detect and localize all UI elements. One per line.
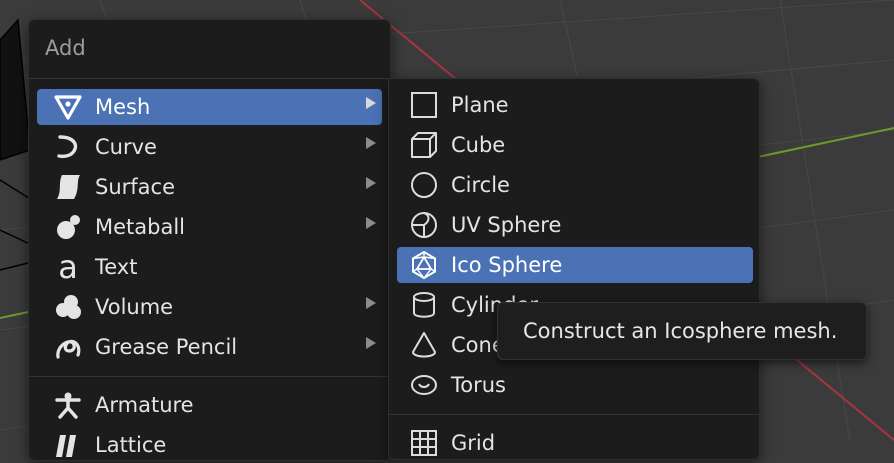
menu-item-metaball[interactable]: Metaball — [37, 209, 382, 245]
menu-item-label: Lattice — [95, 433, 167, 457]
torus-icon — [409, 370, 439, 400]
cone-icon — [409, 330, 439, 360]
mesh-icon — [53, 92, 83, 122]
menu-item-label: Curve — [95, 135, 157, 159]
menu-item-label: Text — [95, 255, 138, 279]
svg-text:a: a — [58, 253, 78, 281]
menu-item-curve[interactable]: Curve — [37, 129, 382, 165]
ico-sphere-icon — [409, 250, 439, 280]
cube-icon — [409, 130, 439, 160]
menu-item-label: Grid — [451, 431, 496, 455]
lattice-icon — [53, 430, 83, 460]
surface-icon — [53, 172, 83, 202]
menu-item-mesh[interactable]: Mesh — [37, 89, 382, 125]
menu-item-volume[interactable]: Volume — [37, 289, 382, 325]
menu-item-circle[interactable]: Circle — [397, 167, 753, 203]
menu-item-lattice[interactable]: Lattice — [37, 427, 382, 463]
cylinder-icon — [409, 290, 439, 320]
menu-item-label: Cube — [451, 133, 506, 157]
plane-icon — [409, 90, 439, 120]
menu-item-torus[interactable]: Torus — [397, 367, 753, 403]
menu-item-label: Grease Pencil — [95, 335, 238, 359]
add-menu: Add Mesh Curve Surface Metaball a Text V… — [28, 19, 391, 461]
menu-item-armature[interactable]: Armature — [37, 387, 382, 423]
menu-item-label: Torus — [451, 373, 506, 397]
menu-separator — [29, 78, 390, 79]
menu-item-label: UV Sphere — [451, 213, 562, 237]
menu-item-grease-pencil[interactable]: Grease Pencil — [37, 329, 382, 365]
metaball-icon — [53, 212, 83, 242]
menu-item-label: Surface — [95, 175, 176, 199]
add-menu-title: Add — [45, 36, 86, 60]
menu-item-ico-sphere[interactable]: Ico Sphere — [397, 247, 753, 283]
menu-item-uv-sphere[interactable]: UV Sphere — [397, 207, 753, 243]
menu-item-label: Circle — [451, 173, 510, 197]
submenu-arrow-icon — [366, 297, 376, 309]
submenu-arrow-icon — [366, 177, 376, 189]
menu-item-plane[interactable]: Plane — [397, 87, 753, 123]
submenu-arrow-icon — [366, 337, 376, 349]
menu-item-label: Metaball — [95, 215, 186, 239]
menu-item-cube[interactable]: Cube — [397, 127, 753, 163]
menu-item-label: Volume — [95, 295, 174, 319]
mesh-submenu: Plane Cube Circle UV Sphere Ico Sphere C… — [388, 78, 760, 460]
curve-icon — [53, 132, 83, 162]
menu-separator — [389, 414, 759, 415]
menu-item-text[interactable]: a Text — [37, 249, 382, 285]
menu-item-grid[interactable]: Grid — [397, 425, 753, 461]
menu-item-label: Mesh — [95, 95, 151, 119]
armature-icon — [53, 390, 83, 420]
menu-item-surface[interactable]: Surface — [37, 169, 382, 205]
uv-sphere-icon — [409, 210, 439, 240]
submenu-arrow-icon — [366, 217, 376, 229]
tooltip: Construct an Icosphere mesh. — [497, 302, 867, 360]
menu-item-label: Plane — [451, 93, 509, 117]
menu-item-label: Ico Sphere — [451, 253, 563, 277]
grease-pencil-icon — [53, 332, 83, 362]
tooltip-text: Construct an Icosphere mesh. — [523, 319, 838, 343]
text-icon: a — [53, 252, 83, 282]
circle-icon — [409, 170, 439, 200]
submenu-arrow-icon — [366, 97, 376, 109]
menu-separator — [29, 376, 390, 377]
menu-item-label: Armature — [95, 393, 194, 417]
submenu-arrow-icon — [366, 137, 376, 149]
volume-icon — [53, 292, 83, 322]
grid-icon — [409, 428, 439, 458]
